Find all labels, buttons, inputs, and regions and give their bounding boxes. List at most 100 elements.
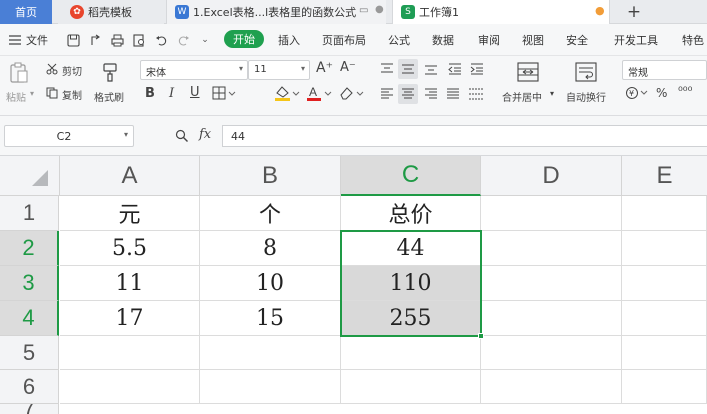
wrap-text-icon[interactable] — [574, 61, 598, 83]
tab-workbook[interactable]: S 工作簿1 ● — [392, 0, 610, 24]
save-icon[interactable] — [66, 33, 80, 47]
cell-c2[interactable]: 44 — [341, 231, 481, 266]
underline-button[interactable]: U — [190, 85, 200, 100]
merge-center-icon[interactable] — [516, 61, 540, 83]
tab-document[interactable]: W 1.Excel表格...l表格里的函数公式 ▭ ● — [166, 0, 386, 24]
column-header-c[interactable]: C — [341, 156, 481, 196]
cell-c4[interactable]: 255 — [341, 301, 481, 336]
paste-button[interactable]: 粘贴 — [6, 89, 26, 104]
zoom-search-icon[interactable] — [174, 129, 190, 143]
cell-d5[interactable] — [481, 336, 622, 370]
menu-view[interactable]: 视图 — [522, 32, 544, 48]
borders-icon[interactable] — [212, 86, 236, 100]
cell-c6[interactable] — [341, 370, 481, 404]
percent-button[interactable]: % — [656, 86, 667, 100]
cell-b2[interactable]: 8 — [200, 231, 341, 266]
align-top-icon[interactable] — [380, 62, 394, 76]
indent-decrease-icon[interactable] — [448, 62, 462, 76]
cell-d3[interactable] — [481, 266, 622, 301]
paste-dropdown-icon[interactable]: ▾ — [30, 89, 34, 98]
font-grow-button[interactable]: A⁺ — [316, 60, 333, 76]
cell-d2[interactable] — [481, 231, 622, 266]
cell-c3[interactable]: 110 — [341, 266, 481, 301]
column-header-e[interactable]: E — [622, 156, 707, 196]
align-right-icon[interactable] — [424, 87, 438, 101]
cell-e3[interactable] — [622, 266, 707, 301]
menu-special[interactable]: 特色 — [682, 32, 704, 48]
cell-b4[interactable]: 15 — [200, 301, 341, 336]
cell-e4[interactable] — [622, 301, 707, 336]
chevron-down-icon[interactable]: ▾ — [550, 89, 554, 98]
cell-b1[interactable]: 个 — [200, 196, 341, 231]
cell-e2[interactable] — [622, 231, 707, 266]
format-painter-button[interactable]: 格式刷 — [94, 89, 124, 104]
name-box[interactable]: C2 ▾ — [4, 125, 134, 147]
tab-docer-templates[interactable]: ✿ 稻壳模板 — [58, 0, 164, 24]
menu-review[interactable]: 审阅 — [478, 32, 500, 48]
menu-insert[interactable]: 插入 — [278, 32, 300, 48]
cell-e5[interactable] — [622, 336, 707, 370]
row-header-2[interactable]: 2 — [0, 231, 59, 266]
row-header-7[interactable]: 7 — [0, 404, 59, 414]
merge-center-button[interactable]: 合并居中 — [502, 89, 542, 104]
currency-icon[interactable]: ¥ — [626, 86, 648, 100]
cell-e1[interactable] — [622, 196, 707, 231]
chevron-down-icon[interactable]: ⌄ — [198, 33, 212, 47]
cell-b3[interactable]: 10 — [200, 266, 341, 301]
align-center-icon[interactable] — [398, 84, 418, 104]
menu-start[interactable]: 开始 — [224, 30, 264, 48]
menu-security[interactable]: 安全 — [566, 32, 588, 48]
tab-pin-icon[interactable]: ▭ — [359, 5, 368, 16]
align-left-icon[interactable] — [380, 87, 394, 101]
bold-button[interactable]: B — [145, 86, 155, 101]
indent-increase-icon[interactable] — [470, 62, 484, 76]
distributed-align-icon[interactable] — [468, 87, 484, 101]
cell-c1[interactable]: 总价 — [341, 196, 481, 231]
cell-b5[interactable] — [200, 336, 341, 370]
cell-c5[interactable] — [341, 336, 481, 370]
menu-file[interactable]: 文件 — [26, 32, 48, 48]
cell-d1[interactable] — [481, 196, 622, 231]
tab-close-icon[interactable]: ● — [375, 4, 384, 15]
cell-d6[interactable] — [481, 370, 622, 404]
hamburger-icon[interactable] — [8, 33, 22, 47]
column-header-a[interactable]: A — [60, 156, 200, 196]
select-all-corner[interactable] — [0, 156, 60, 196]
format-painter-icon[interactable] — [100, 61, 120, 83]
row-header-3[interactable]: 3 — [0, 266, 59, 301]
paste-icon[interactable] — [8, 61, 30, 85]
fill-color-icon[interactable] — [274, 85, 300, 101]
redo-icon[interactable] — [176, 33, 190, 47]
fill-handle[interactable] — [478, 333, 484, 339]
undo-icon[interactable] — [154, 33, 168, 47]
thousands-separator-icon[interactable]: ⁰⁰⁰ — [678, 84, 692, 98]
formula-input[interactable]: 44 — [222, 125, 707, 147]
font-shrink-button[interactable]: A⁻ — [340, 60, 356, 75]
cell-a1[interactable]: 元 — [60, 196, 200, 231]
cell-a5[interactable] — [60, 336, 200, 370]
tab-home[interactable]: 首页 — [0, 0, 52, 24]
fx-label[interactable]: fx — [199, 127, 211, 142]
justify-icon[interactable] — [446, 87, 460, 101]
row-header-1[interactable]: 1 — [0, 196, 59, 231]
column-header-d[interactable]: D — [481, 156, 622, 196]
row-header-6[interactable]: 6 — [0, 370, 59, 404]
cell-a4[interactable]: 17 — [60, 301, 200, 336]
export-icon[interactable] — [88, 33, 102, 47]
cell-d4[interactable] — [481, 301, 622, 336]
menu-formulas[interactable]: 公式 — [388, 32, 410, 48]
wrap-text-button[interactable]: 自动换行 — [566, 89, 606, 104]
italic-button[interactable]: I — [169, 86, 174, 101]
cell-a2[interactable]: 5.5 — [60, 231, 200, 266]
row-header-5[interactable]: 5 — [0, 336, 59, 370]
menu-data[interactable]: 数据 — [432, 32, 454, 48]
font-name-select[interactable]: 宋体 ▾ — [140, 60, 248, 80]
align-bottom-icon[interactable] — [424, 62, 438, 76]
cut-button[interactable]: 剪切 — [62, 63, 82, 78]
cell-b6[interactable] — [200, 370, 341, 404]
clear-format-icon[interactable] — [338, 85, 364, 101]
new-tab-button[interactable]: + — [622, 0, 646, 24]
font-color-icon[interactable]: A — [306, 85, 332, 101]
align-middle-icon[interactable] — [398, 59, 418, 79]
column-header-b[interactable]: B — [200, 156, 341, 196]
